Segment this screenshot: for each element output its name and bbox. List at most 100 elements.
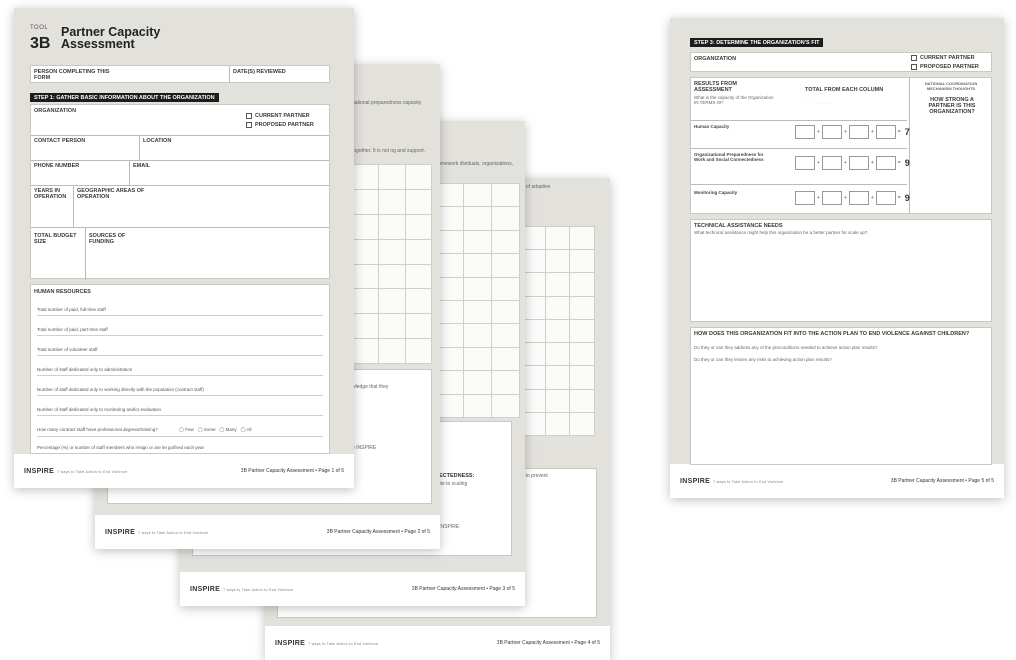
- location-label: LOCATION: [143, 138, 172, 144]
- row-monitoring-total: 9: [904, 193, 910, 203]
- results-title: RESULTS FROM ASSESSMENT: [694, 81, 737, 93]
- organization-label: ORGANIZATION: [34, 108, 77, 114]
- score-cell[interactable]: [875, 125, 896, 139]
- person-completing-field[interactable]: PERSON COMPLETING THIS FORM DATE(S) REVI…: [30, 65, 330, 83]
- inspire-logo: INSPIRE 7 ways to Take Action to End Viol…: [680, 477, 784, 485]
- degree-option-all[interactable]: All: [246, 427, 251, 432]
- current-partner-checkbox[interactable]: CURRENT PARTNER: [911, 55, 975, 61]
- row-human-capacity-total: 7: [904, 127, 910, 137]
- how-strong-header: HOW STRONG A PARTNER IS THIS ORGANIZATIO…: [928, 97, 976, 115]
- geographic-areas-label: GEOGRAPHIC AREAS OF OPERATION: [77, 188, 145, 200]
- degree-option-many[interactable]: Many: [226, 427, 237, 432]
- hr-row-full-time[interactable]: Total number of paid, full-time staff: [37, 307, 323, 316]
- page-3-text-framework: framework dividuals, organizations,: [435, 161, 514, 167]
- score-cell[interactable]: [875, 156, 896, 170]
- row-monitoring-label: Monitoring Capacity: [694, 190, 738, 195]
- page-2-text-knowledge: wledge that they: [352, 384, 389, 390]
- action-plan-fit-box[interactable]: HOW DOES THIS ORGANIZATION FIT INTO THE …: [690, 327, 992, 465]
- row-human-capacity-scores: + + + = 7: [795, 125, 910, 139]
- row-human-capacity-label: Human Capacity: [694, 124, 730, 129]
- checkbox-icon: [911, 55, 917, 61]
- column-placeholder-hint: · · · · · · · · · · · · · ·: [805, 102, 834, 106]
- action-plan-question-1: Do they or can they address any of the p…: [694, 345, 878, 350]
- hr-row-volunteer[interactable]: Total number of volunteer staff: [37, 347, 323, 356]
- page-4-footer: INSPIRE 7 ways to Take Action to End Viol…: [265, 626, 610, 660]
- page-4-text-adaptive: re of adaptive: [520, 184, 551, 190]
- inspire-logo: INSPIRE 7 ways to Take Action to End Viol…: [105, 528, 209, 536]
- years-in-operation-label: YEARS IN OPERATION: [34, 188, 67, 200]
- hr-row-administration[interactable]: Number of staff dedicated only to admini…: [37, 367, 323, 376]
- title-block: TOOL 3B Partner Capacity Assessment: [30, 25, 230, 55]
- page-3-footer-label: 3B Partner Capacity Assessment • Page 3 …: [411, 586, 515, 592]
- degree-option-some[interactable]: Some: [204, 427, 216, 432]
- technical-assistance-box[interactable]: TECHNICAL ASSISTANCE NEEDS What technica…: [690, 219, 992, 322]
- document-page-5: STEP 3: DETERMINE THE ORGANIZATION'S FIT…: [670, 18, 1004, 498]
- human-resources-section: HUMAN RESOURCES Total number of paid, fu…: [30, 284, 330, 454]
- score-cell[interactable]: [795, 156, 815, 170]
- degree-option-few[interactable]: Few: [185, 427, 194, 432]
- page-2-footer-label: 3B Partner Capacity Assessment • Page 2 …: [326, 529, 430, 535]
- score-cell[interactable]: [821, 156, 842, 170]
- checkbox-icon: [911, 64, 917, 70]
- score-cell[interactable]: [795, 191, 815, 205]
- score-cell[interactable]: [795, 125, 815, 139]
- total-column-header: TOTAL FROM EACH COLUMN: [805, 87, 884, 93]
- page-5-sheet: STEP 3: DETERMINE THE ORGANIZATION'S FIT…: [670, 18, 1004, 465]
- hr-row-turnover[interactable]: Percentage (%) or number of staff member…: [37, 445, 323, 453]
- proposed-partner-checkbox[interactable]: PROPOSED PARTNER: [911, 64, 979, 70]
- technical-assistance-heading: TECHNICAL ASSISTANCE NEEDS: [694, 223, 783, 229]
- score-cell[interactable]: [848, 156, 869, 170]
- human-resources-heading: HUMAN RESOURCES: [34, 289, 91, 295]
- action-plan-fit-heading: HOW DOES THIS ORGANIZATION FIT INTO THE …: [694, 331, 970, 337]
- page-2-footer: INSPIRE 7 ways to Take Action to End Viol…: [95, 515, 440, 549]
- hr-row-contract-staff[interactable]: Number of staff dedicated only to workin…: [37, 387, 323, 396]
- checkbox-icon: [246, 122, 252, 128]
- action-plan-question-2: Do they or can they lessen any risks to …: [694, 357, 832, 362]
- score-cell[interactable]: [848, 125, 869, 139]
- inspire-logo: INSPIRE 7 ways to Take Action to End Viol…: [24, 467, 128, 475]
- page-2-text-together: together. It is not ng and support.: [352, 148, 426, 154]
- step-1-heading: STEP 1: GATHER BASIC INFORMATION ABOUT T…: [30, 93, 219, 102]
- score-cell[interactable]: [821, 125, 842, 139]
- organization-field[interactable]: ORGANIZATION CURRENT PARTNER PROPOSED PA…: [690, 52, 992, 72]
- phone-number-label: PHONE NUMBER: [34, 163, 80, 169]
- results-table: RESULTS FROM ASSESSMENT What is the capa…: [690, 77, 992, 214]
- row-org-preparedness-scores: + + + = 9: [795, 156, 910, 170]
- dates-reviewed-label: DATE(S) REVIEWED: [233, 69, 286, 75]
- page-4-rating-grid: [520, 226, 595, 436]
- page-3-footer: INSPIRE 7 ways to Take Action to End Viol…: [180, 572, 525, 606]
- page-2-rating-grid: [352, 164, 432, 364]
- page-1-footer: INSPIRE 7 ways to Take Action to End Viol…: [14, 454, 354, 488]
- step-3-heading: STEP 3: DETERMINE THE ORGANIZATION'S FIT: [690, 38, 824, 47]
- page-3-text-connectedness: NECTEDNESS:: [435, 473, 475, 479]
- row-monitoring-scores: + + + = 9: [795, 191, 910, 205]
- hr-row-part-time[interactable]: Total number of paid, part-time staff: [37, 327, 323, 336]
- page-title: Partner Capacity Assessment: [61, 25, 161, 51]
- score-cell[interactable]: [821, 191, 842, 205]
- page-3-text-scaling: bute to scaling: [435, 481, 468, 487]
- page-3-rating-grid: [435, 183, 520, 418]
- page-1-footer-label: 3B Partner Capacity Assessment • Page 1 …: [240, 468, 344, 474]
- page-5-footer-label: 3B Partner Capacity Assessment • Page 5 …: [890, 478, 994, 484]
- row-org-preparedness-label: Organizational Preparedness for Work and…: [694, 152, 764, 162]
- checkbox-icon: [246, 113, 252, 119]
- page-1-sheet: TOOL 3B Partner Capacity Assessment PERS…: [14, 8, 354, 454]
- page-5-footer: INSPIRE 7 ways to Take Action to End Viol…: [670, 464, 1004, 498]
- inspire-logo: INSPIRE 7 ways to Take Action to End Viol…: [275, 639, 379, 647]
- email-label: EMAIL: [133, 163, 151, 169]
- page-2-text-inspire: e INSPIRE: [352, 445, 377, 451]
- hr-row-monitoring[interactable]: Number of staff dedicated only to monito…: [37, 407, 323, 416]
- national-coordination-header: NATIONAL COORDINATION MECHANISM THOUGHTS: [924, 81, 978, 91]
- technical-assistance-question: What technical assistance might help thi…: [694, 230, 868, 235]
- page-2-text-intro: national preparedness capacity: [352, 100, 422, 106]
- organization-label: ORGANIZATION: [694, 56, 737, 62]
- tool-label: TOOL: [30, 25, 49, 31]
- score-cell[interactable]: [875, 191, 896, 205]
- results-question: What is the capacity of the Organization…: [694, 95, 774, 105]
- sources-of-funding-label: SOURCES OF FUNDING: [89, 233, 126, 245]
- score-cell[interactable]: [848, 191, 869, 205]
- row-org-preparedness-total: 9: [904, 158, 910, 168]
- page-3-text-inspire: e INSPIRE: [435, 524, 460, 530]
- proposed-partner-checkbox[interactable]: PROPOSED PARTNER: [246, 122, 314, 128]
- current-partner-checkbox[interactable]: CURRENT PARTNER: [246, 113, 310, 119]
